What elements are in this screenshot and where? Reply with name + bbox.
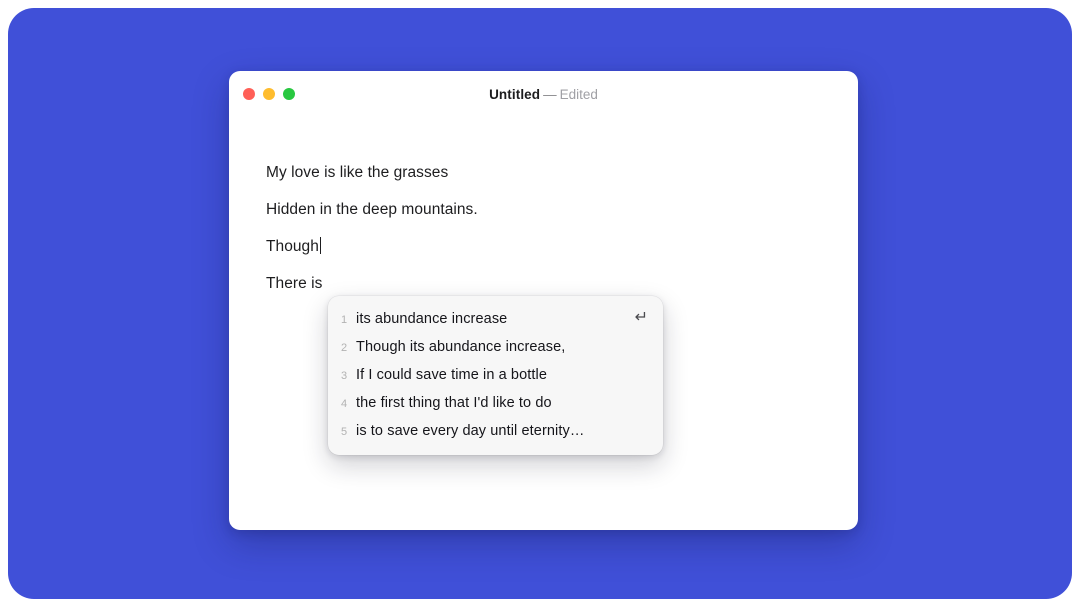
document-line-text: Though <box>266 238 319 255</box>
suggestion-item[interactable]: 4 the first thing that I'd like to do <box>328 389 663 417</box>
document-line[interactable]: Hidden in the deep mountains. <box>266 200 858 220</box>
text-caret <box>319 237 322 254</box>
suggestion-index: 4 <box>341 398 348 410</box>
suggestion-index: 5 <box>341 426 348 438</box>
document-line-text: My love is like the grasses <box>266 164 449 181</box>
suggestion-label: Though its abundance increase, <box>356 339 566 355</box>
title-separator: — <box>543 87 557 102</box>
document-edited-state: Edited <box>559 87 598 102</box>
return-key-icon: ↵ <box>634 309 648 326</box>
text-editor-window: Untitled — Edited My love is like the gras… <box>229 71 858 530</box>
suggestion-index: 3 <box>341 370 348 382</box>
suggestion-item[interactable]: 3 If I could save time in a bottle <box>328 361 663 389</box>
suggestion-item[interactable]: 2 Though its abundance increase, <box>328 333 663 361</box>
suggestion-label: If I could save time in a bottle <box>356 367 547 383</box>
suggestion-index: 2 <box>341 342 348 354</box>
window-titlebar[interactable]: Untitled — Edited <box>229 71 858 117</box>
suggestion-item[interactable]: 5 is to save every day until eternity… <box>328 417 663 445</box>
wallpaper-backdrop: Untitled — Edited My love is like the gras… <box>8 8 1072 599</box>
document-line-active[interactable]: Though <box>266 237 858 257</box>
document-line[interactable]: There is <box>266 274 858 294</box>
window-title: Untitled — Edited <box>229 87 858 103</box>
document-text-area[interactable]: My love is like the grasses Hidden in th… <box>229 117 858 530</box>
document-title: Untitled <box>489 87 541 102</box>
suggestion-index: 1 <box>341 314 348 326</box>
document-line-text: There is <box>266 275 323 292</box>
autocomplete-popup[interactable]: 1 its abundance increase ↵ 2 Though its … <box>328 296 663 455</box>
suggestion-label: the first thing that I'd like to do <box>356 395 552 411</box>
document-line-text: Hidden in the deep mountains. <box>266 201 478 218</box>
document-line[interactable]: My love is like the grasses <box>266 163 858 183</box>
suggestion-item[interactable]: 1 its abundance increase ↵ <box>328 305 663 333</box>
suggestion-label: is to save every day until eternity… <box>356 423 585 439</box>
suggestion-label: its abundance increase <box>356 311 508 327</box>
